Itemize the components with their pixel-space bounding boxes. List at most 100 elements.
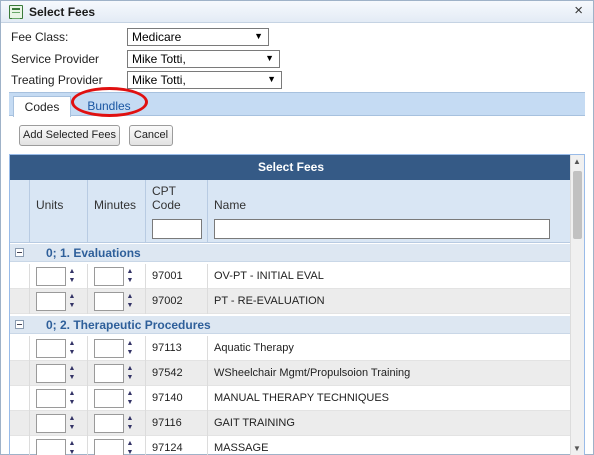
units-cell: ▲ ▼ xyxy=(30,336,88,361)
service-provider-select[interactable]: Mike Totti, ▼ xyxy=(127,50,280,68)
header-code-label: Code xyxy=(152,198,181,212)
grid-caption: Select Fees xyxy=(10,155,572,180)
table-row[interactable]: ▲ ▼ ▲ ▼ 97124 MASSAGE xyxy=(10,436,572,455)
stepper-arrows-icon[interactable]: ▲ ▼ xyxy=(126,339,134,358)
table-row[interactable]: ▲ ▼ ▲ ▼ 97116 GAIT TRAINING xyxy=(10,411,572,436)
header-minutes-label: Minutes xyxy=(94,198,137,212)
minutes-cell: ▲ ▼ xyxy=(88,436,146,455)
chevron-down-icon: ▼ xyxy=(254,31,263,41)
name-cell: OV-PT - INITIAL EVAL xyxy=(208,264,572,289)
units-cell: ▲ ▼ xyxy=(30,386,88,411)
table-row[interactable]: ▲ ▼ ▲ ▼ 97542 WSheelchair Mgmt/Propulsoion … xyxy=(10,361,572,386)
stepper-arrows-icon[interactable]: ▲ ▼ xyxy=(126,439,134,455)
cpt-code-text: 97124 xyxy=(152,442,183,454)
group-label: 0; 2. Therapeutic Procedures xyxy=(46,318,211,332)
row-expander-cell xyxy=(10,436,30,455)
tab-codes-label: Codes xyxy=(24,100,60,114)
minutes-stepper[interactable] xyxy=(94,292,124,311)
table-row[interactable]: ▲ ▼ ▲ ▼ 97140 MANUAL THERAPY TECHNIQUES xyxy=(10,386,572,411)
units-stepper[interactable] xyxy=(36,414,66,433)
scroll-down-icon[interactable]: ▼ xyxy=(573,444,581,453)
bundles-highlight-ring xyxy=(71,87,148,117)
units-stepper[interactable] xyxy=(36,292,66,311)
filter-cpt-cell xyxy=(146,216,208,243)
grid-header-row: Units Minutes CPT Code Name xyxy=(10,180,572,216)
collapse-minus-icon[interactable] xyxy=(15,320,24,329)
stepper-arrows-icon[interactable]: ▲ ▼ xyxy=(68,414,76,433)
units-cell: ▲ ▼ xyxy=(30,264,88,289)
header-name-label: Name xyxy=(214,198,247,212)
scrollbar-thumb[interactable] xyxy=(573,171,582,239)
name-cell: PT - RE-EVALUATION xyxy=(208,289,572,314)
fee-name-text: Aquatic Therapy xyxy=(214,342,294,354)
header-units-label: Units xyxy=(36,198,64,212)
table-row[interactable]: ▲ ▼ ▲ ▼ 97001 OV-PT - INITIAL EVAL xyxy=(10,264,572,289)
cancel-button[interactable]: Cancel xyxy=(129,125,173,146)
stepper-arrows-icon[interactable]: ▲ ▼ xyxy=(126,364,134,383)
fee-list-icon xyxy=(9,5,23,19)
minutes-cell: ▲ ▼ xyxy=(88,289,146,314)
cpt-code-text: 97001 xyxy=(152,270,183,282)
cpt-code-text: 97542 xyxy=(152,367,183,379)
units-stepper[interactable] xyxy=(36,389,66,408)
row-expander-cell xyxy=(10,361,30,386)
header-minutes[interactable]: Minutes xyxy=(88,180,146,216)
cpt-code-text: 97113 xyxy=(152,342,182,354)
name-filter-input[interactable] xyxy=(214,219,550,239)
minutes-cell: ▲ ▼ xyxy=(88,386,146,411)
minutes-cell: ▲ ▼ xyxy=(88,264,146,289)
units-stepper[interactable] xyxy=(36,439,66,455)
name-cell: Aquatic Therapy xyxy=(208,336,572,361)
table-row[interactable]: ▲ ▼ ▲ ▼ 97002 PT - RE-EVALUATION xyxy=(10,289,572,314)
stepper-arrows-icon[interactable]: ▲ ▼ xyxy=(126,414,134,433)
minutes-stepper[interactable] xyxy=(94,414,124,433)
table-row[interactable]: ▲ ▼ ▲ ▼ 97113 Aquatic Therapy xyxy=(10,336,572,361)
grid-scrollbar[interactable]: ▲ ▼ xyxy=(570,155,584,455)
group-row[interactable]: 0; 1. Evaluations xyxy=(10,244,572,262)
stepper-arrows-icon[interactable]: ▲ ▼ xyxy=(68,339,76,358)
treating-provider-select[interactable]: Mike Totti, ▼ xyxy=(127,71,282,89)
treating-provider-label: Treating Provider xyxy=(11,73,103,87)
cpt-code-cell: 97124 xyxy=(146,436,208,455)
minutes-stepper[interactable] xyxy=(94,439,124,455)
units-cell: ▲ ▼ xyxy=(30,436,88,455)
header-name[interactable]: Name xyxy=(208,180,572,216)
stepper-arrows-icon[interactable]: ▲ ▼ xyxy=(126,292,134,311)
close-icon[interactable]: × xyxy=(574,2,583,20)
stepper-arrows-icon[interactable]: ▲ ▼ xyxy=(126,267,134,286)
stepper-arrows-icon[interactable]: ▲ ▼ xyxy=(68,389,76,408)
service-provider-label: Service Provider xyxy=(11,52,100,66)
header-units[interactable]: Units xyxy=(30,180,88,216)
stepper-arrows-icon[interactable]: ▲ ▼ xyxy=(126,389,134,408)
stepper-arrows-icon[interactable]: ▲ ▼ xyxy=(68,439,76,455)
fee-class-select[interactable]: Medicare ▼ xyxy=(127,28,269,46)
units-stepper[interactable] xyxy=(36,364,66,383)
header-cpt-label: CPT xyxy=(152,184,176,198)
cpt-code-filter-input[interactable] xyxy=(152,219,202,239)
minutes-stepper[interactable] xyxy=(94,364,124,383)
filter-name-cell xyxy=(208,216,572,243)
cpt-code-cell: 97542 xyxy=(146,361,208,386)
stepper-arrows-icon[interactable]: ▲ ▼ xyxy=(68,292,76,311)
scroll-up-icon[interactable]: ▲ xyxy=(573,157,581,166)
minutes-stepper[interactable] xyxy=(94,339,124,358)
units-stepper[interactable] xyxy=(36,267,66,286)
minutes-stepper[interactable] xyxy=(94,267,124,286)
minutes-cell: ▲ ▼ xyxy=(88,361,146,386)
add-selected-fees-button[interactable]: Add Selected Fees xyxy=(19,125,120,146)
units-cell: ▲ ▼ xyxy=(30,361,88,386)
name-cell: MANUAL THERAPY TECHNIQUES xyxy=(208,386,572,411)
collapse-minus-icon[interactable] xyxy=(15,248,24,257)
tab-codes[interactable]: Codes xyxy=(13,96,71,117)
units-stepper[interactable] xyxy=(36,339,66,358)
dialog-titlebar[interactable]: Select Fees × xyxy=(1,1,593,23)
fees-grid: Select Fees Units Minutes CPT Code Name … xyxy=(9,154,585,455)
fee-name-text: OV-PT - INITIAL EVAL xyxy=(214,270,324,282)
header-cpt-code[interactable]: CPT Code xyxy=(146,180,208,216)
stepper-arrows-icon[interactable]: ▲ ▼ xyxy=(68,267,76,286)
stepper-arrows-icon[interactable]: ▲ ▼ xyxy=(68,364,76,383)
group-row[interactable]: 0; 2. Therapeutic Procedures xyxy=(10,316,572,334)
name-cell: GAIT TRAINING xyxy=(208,411,572,436)
units-cell: ▲ ▼ xyxy=(30,289,88,314)
minutes-stepper[interactable] xyxy=(94,389,124,408)
